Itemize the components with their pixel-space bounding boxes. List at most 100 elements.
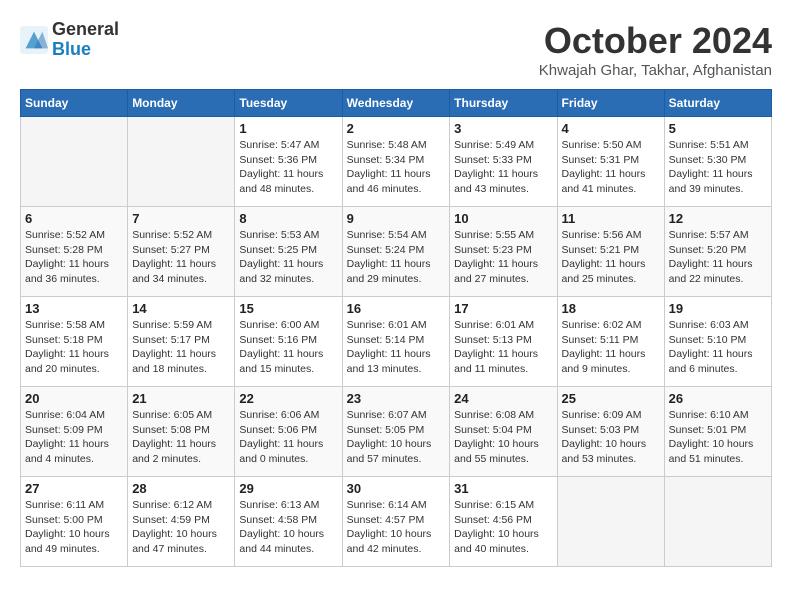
logo-icon xyxy=(20,26,48,54)
calendar-week-row: 1 Sunrise: 5:47 AMSunset: 5:36 PMDaylight… xyxy=(21,117,772,207)
sunset-text: Sunset: 5:06 PM xyxy=(239,423,337,438)
calendar-cell: 21Sunrise: 6:05 AMSunset: 5:08 PMDayligh… xyxy=(128,387,235,477)
daylight-text: Daylight: 10 hours and 51 minutes. xyxy=(669,437,767,466)
sunrise-text: Sunrise: 6:01 AM xyxy=(454,318,552,333)
calendar-cell: 26 Sunrise: 6:10 AMSunset: 5:01 PMDayligh… xyxy=(664,387,771,477)
calendar-cell xyxy=(21,117,128,207)
sunset-text: Sunset: 5:31 PM xyxy=(562,153,660,168)
calendar-cell: 14Sunrise: 5:59 AMSunset: 5:17 PMDayligh… xyxy=(128,297,235,387)
calendar-cell: 18Sunrise: 6:02 AMSunset: 5:11 PMDayligh… xyxy=(557,297,664,387)
sunrise-text: Sunrise: 5:47 AM xyxy=(239,138,337,153)
day-number: 23 xyxy=(347,391,446,406)
day-number: 4 xyxy=(562,121,660,136)
day-number: 15 xyxy=(239,301,337,316)
day-info: Sunrise: 5:47 AMSunset: 5:36 PMDaylight:… xyxy=(239,138,337,197)
calendar-cell: 28 Sunrise: 6:12 AMSunset: 4:59 PMDayligh… xyxy=(128,477,235,567)
calendar-cell: 3Sunrise: 5:49 AMSunset: 5:33 PMDaylight… xyxy=(450,117,557,207)
day-info: Sunrise: 6:10 AMSunset: 5:01 PMDaylight:… xyxy=(669,408,767,467)
day-info: Sunrise: 6:13 AMSunset: 4:58 PMDaylight:… xyxy=(239,498,337,557)
sunrise-text: Sunrise: 5:57 AM xyxy=(669,228,767,243)
daylight-text: Daylight: 10 hours and 44 minutes. xyxy=(239,527,337,556)
day-number: 26 xyxy=(669,391,767,406)
daylight-text: Daylight: 11 hours and 41 minutes. xyxy=(562,167,660,196)
daylight-text: Daylight: 10 hours and 55 minutes. xyxy=(454,437,552,466)
calendar-cell: 11Sunrise: 5:56 AMSunset: 5:21 PMDayligh… xyxy=(557,207,664,297)
day-info: Sunrise: 5:59 AMSunset: 5:17 PMDaylight:… xyxy=(132,318,230,377)
day-number: 3 xyxy=(454,121,552,136)
daylight-text: Daylight: 10 hours and 57 minutes. xyxy=(347,437,446,466)
day-number: 25 xyxy=(562,391,660,406)
day-number: 30 xyxy=(347,481,446,496)
weekday-header: Saturday xyxy=(664,90,771,117)
calendar-table: SundayMondayTuesdayWednesdayThursdayFrid… xyxy=(20,89,772,567)
day-info: Sunrise: 5:55 AMSunset: 5:23 PMDaylight:… xyxy=(454,228,552,287)
sunrise-text: Sunrise: 5:54 AM xyxy=(347,228,446,243)
sunrise-text: Sunrise: 6:03 AM xyxy=(669,318,767,333)
sunrise-text: Sunrise: 5:58 AM xyxy=(25,318,123,333)
weekday-header: Sunday xyxy=(21,90,128,117)
day-number: 11 xyxy=(562,211,660,226)
day-number: 19 xyxy=(669,301,767,316)
day-number: 16 xyxy=(347,301,446,316)
sunset-text: Sunset: 5:18 PM xyxy=(25,333,123,348)
sunset-text: Sunset: 5:21 PM xyxy=(562,243,660,258)
weekday-header-row: SundayMondayTuesdayWednesdayThursdayFrid… xyxy=(21,90,772,117)
sunset-text: Sunset: 5:24 PM xyxy=(347,243,446,258)
calendar-cell: 30 Sunrise: 6:14 AMSunset: 4:57 PMDayligh… xyxy=(342,477,450,567)
daylight-text: Daylight: 11 hours and 6 minutes. xyxy=(669,347,767,376)
daylight-text: Daylight: 11 hours and 32 minutes. xyxy=(239,257,337,286)
logo-blue: Blue xyxy=(52,40,119,60)
sunrise-text: Sunrise: 6:00 AM xyxy=(239,318,337,333)
daylight-text: Daylight: 11 hours and 27 minutes. xyxy=(454,257,552,286)
sunset-text: Sunset: 5:25 PM xyxy=(239,243,337,258)
day-number: 1 xyxy=(239,121,337,136)
daylight-text: Daylight: 11 hours and 13 minutes. xyxy=(347,347,446,376)
calendar-cell: 22Sunrise: 6:06 AMSunset: 5:06 PMDayligh… xyxy=(235,387,342,477)
daylight-text: Daylight: 11 hours and 11 minutes. xyxy=(454,347,552,376)
day-number: 9 xyxy=(347,211,446,226)
sunrise-text: Sunrise: 5:49 AM xyxy=(454,138,552,153)
daylight-text: Daylight: 10 hours and 47 minutes. xyxy=(132,527,230,556)
day-info: Sunrise: 6:15 AMSunset: 4:56 PMDaylight:… xyxy=(454,498,552,557)
day-info: Sunrise: 6:14 AMSunset: 4:57 PMDaylight:… xyxy=(347,498,446,557)
calendar-cell: 19 Sunrise: 6:03 AMSunset: 5:10 PMDayligh… xyxy=(664,297,771,387)
day-number: 21 xyxy=(132,391,230,406)
day-info: Sunrise: 6:03 AMSunset: 5:10 PMDaylight:… xyxy=(669,318,767,377)
sunset-text: Sunset: 5:09 PM xyxy=(25,423,123,438)
day-number: 28 xyxy=(132,481,230,496)
daylight-text: Daylight: 10 hours and 53 minutes. xyxy=(562,437,660,466)
sunset-text: Sunset: 5:30 PM xyxy=(669,153,767,168)
calendar-cell: 1 Sunrise: 5:47 AMSunset: 5:36 PMDaylight… xyxy=(235,117,342,207)
day-info: Sunrise: 5:57 AMSunset: 5:20 PMDaylight:… xyxy=(669,228,767,287)
day-number: 29 xyxy=(239,481,337,496)
day-number: 8 xyxy=(239,211,337,226)
sunset-text: Sunset: 5:14 PM xyxy=(347,333,446,348)
calendar-cell: 27Sunrise: 6:11 AMSunset: 5:00 PMDayligh… xyxy=(21,477,128,567)
sunset-text: Sunset: 4:59 PM xyxy=(132,513,230,528)
day-number: 5 xyxy=(669,121,767,136)
sunset-text: Sunset: 5:34 PM xyxy=(347,153,446,168)
sunset-text: Sunset: 5:20 PM xyxy=(669,243,767,258)
day-info: Sunrise: 6:00 AMSunset: 5:16 PMDaylight:… xyxy=(239,318,337,377)
calendar-cell: 5Sunrise: 5:51 AMSunset: 5:30 PMDaylight… xyxy=(664,117,771,207)
daylight-text: Daylight: 11 hours and 39 minutes. xyxy=(669,167,767,196)
calendar-cell: 20Sunrise: 6:04 AMSunset: 5:09 PMDayligh… xyxy=(21,387,128,477)
daylight-text: Daylight: 11 hours and 2 minutes. xyxy=(132,437,230,466)
sunrise-text: Sunrise: 6:13 AM xyxy=(239,498,337,513)
daylight-text: Daylight: 11 hours and 9 minutes. xyxy=(562,347,660,376)
calendar-week-row: 6Sunrise: 5:52 AMSunset: 5:28 PMDaylight… xyxy=(21,207,772,297)
sunrise-text: Sunrise: 6:14 AM xyxy=(347,498,446,513)
daylight-text: Daylight: 11 hours and 15 minutes. xyxy=(239,347,337,376)
location: Khwajah Ghar, Takhar, Afghanistan xyxy=(539,62,772,79)
sunset-text: Sunset: 5:03 PM xyxy=(562,423,660,438)
sunrise-text: Sunrise: 6:09 AM xyxy=(562,408,660,423)
sunset-text: Sunset: 4:58 PM xyxy=(239,513,337,528)
sunset-text: Sunset: 5:11 PM xyxy=(562,333,660,348)
weekday-header: Thursday xyxy=(450,90,557,117)
weekday-header: Monday xyxy=(128,90,235,117)
calendar-week-row: 20Sunrise: 6:04 AMSunset: 5:09 PMDayligh… xyxy=(21,387,772,477)
sunrise-text: Sunrise: 6:02 AM xyxy=(562,318,660,333)
sunrise-text: Sunrise: 6:12 AM xyxy=(132,498,230,513)
sunrise-text: Sunrise: 6:01 AM xyxy=(347,318,446,333)
day-info: Sunrise: 6:01 AMSunset: 5:14 PMDaylight:… xyxy=(347,318,446,377)
